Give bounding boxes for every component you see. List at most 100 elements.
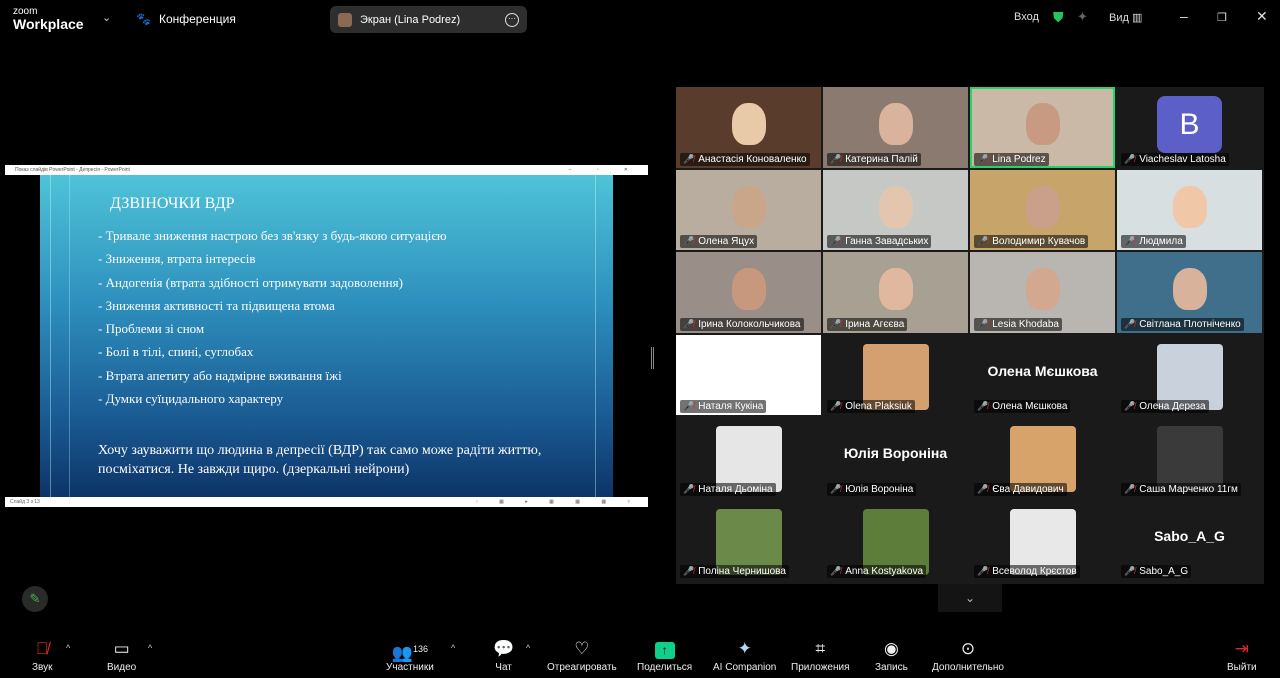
mic-muted-icon: 🎤̸ [977,401,989,411]
participant-name-label: 🎤̸ Олена Дереза [1121,400,1209,413]
more-icon: ⊙ [960,639,976,658]
participant-video [731,268,766,311]
participant-tile[interactable]: 🎤̸ Олена Дереза [1117,334,1262,415]
participant-tile[interactable]: 🎤̸ Олена Яцух [676,169,821,250]
participant-display-name: Олена Мєшкова [987,362,1098,379]
video-options-caret[interactable]: ^ [148,643,152,653]
audio-options-caret[interactable]: ^ [66,643,70,653]
chat-caret[interactable]: ^ [526,643,530,653]
apps-button[interactable]: ⌗ Приложения [791,638,850,673]
login-button[interactable]: Вход [1014,11,1039,23]
participant-tile[interactable]: 🎤̸ Наталя Кукіна [676,334,821,415]
mic-muted-icon: 🎤̸ [683,401,695,411]
audio-button[interactable]: 🎙̸ Звук [32,638,53,673]
screen-share-indicator[interactable]: Экран (Lina Podrez) ··· [330,6,527,33]
video-button[interactable]: ▭ Видео [107,638,136,673]
participant-tile[interactable]: 🎤̸ Lesia Khodaba [970,252,1115,333]
close-icon[interactable]: ✕ [1256,8,1268,25]
chat-icon: 💬 [493,639,515,658]
participant-video [878,268,913,311]
share-button[interactable]: ↑ Поделиться [637,638,692,673]
participant-tile[interactable]: 🎤̸ Наталя Дьоміна [676,417,821,498]
participant-tile[interactable]: 🎤̸ Володимир Кувачов [970,169,1115,250]
participant-tile[interactable]: 🎤̸ Всеволод Крєстов [970,499,1115,580]
bullet: - Думки суїцидального характеру [98,391,284,407]
annotate-button[interactable]: ✎ [22,586,48,612]
participant-tile[interactable]: 🎤̸ Світлана Плотніченко [1117,252,1262,333]
mic-muted-icon: 🎤̸ [830,483,842,494]
participant-tile[interactable]: 🎤̸ Саша Марченко 11гм [1117,417,1262,498]
bullet: - Андогенія (втрата здібності отримувати… [98,274,403,290]
participant-tile[interactable]: 🎤̸ Людмила [1117,169,1262,250]
mic-muted-icon: 🎤̸ [1124,153,1136,164]
leave-icon: ⇥ [1234,639,1249,658]
participant-video [731,350,766,393]
shield-icon[interactable]: ⛊ [1053,9,1064,26]
view-button[interactable]: Вид ▥ [1109,11,1142,24]
more-icon[interactable]: ··· [505,12,519,27]
participant-tile[interactable]: 🎤̸ Olena Plaksiuk [823,334,968,415]
participant-tile[interactable]: 🎤̸ Ірина Колокольчикова [676,252,821,333]
heart-icon: ♡ [574,639,590,658]
meeting-info[interactable]: 🐾 Конференция [136,12,236,26]
participant-name-label: 🎤̸ Sabo_A_G [1121,565,1192,578]
participant-name: Sabo_A_G [1139,566,1189,577]
slide-bullets: - Тривале зниження настрою без зв'язку з… [98,224,447,410]
ai-companion-button[interactable]: ✦ AI Companion [713,638,776,673]
slide: ДЗВІНОЧКИ ВДР - Тривале зниження настрою… [40,175,613,497]
participant-name: Світлана Плотніченко [1139,318,1241,330]
leave-button[interactable]: ⇥ Выйти [1227,638,1257,673]
participant-tile[interactable]: 🎤̸ Анастасія Коноваленко [676,87,821,168]
participant-name: Володимир Кувачов [992,236,1086,247]
more-button[interactable]: ⊙ Дополнительно [932,638,1004,673]
participant-name-label: 🎤̸ Lesia Khodaba [974,317,1062,331]
participant-name-label: 🎤̸ Олена Мєшкова [974,400,1071,413]
participant-tile[interactable]: 🎤̸ Ганна Завадських [823,169,968,250]
chat-button[interactable]: 💬 Чат [493,638,514,673]
participant-name: Олена Яцух [698,236,755,247]
participant-tile[interactable]: Юлія Вороніна 🎤̸ Юлія Вороніна [823,417,968,498]
minimize-icon[interactable]: – [1180,8,1188,24]
mic-muted-icon: 🎤̸ [1124,483,1136,494]
bullet: - Проблеми зі сном [98,321,205,337]
bullet: - Болі в тілі, спині, суглобах [98,344,254,360]
chevron-down-icon[interactable]: ⌄ [102,11,111,24]
participant-name: Olena Plaksiuk [845,401,912,412]
participant-name-label: 🎤̸ Поліна Чернишова [680,565,789,578]
participant-name: Ганна Завадських [845,236,929,247]
sparkle-icon[interactable]: ✦ [1077,9,1088,25]
participant-tile[interactable]: B 🎤̸ Viacheslav Latosha [1117,87,1262,168]
restore-icon[interactable]: ❐ [1217,11,1227,24]
mic-muted-icon: 🎤̸ [1124,566,1136,576]
mic-muted-icon: 🎤̸ [830,153,842,164]
participant-tile[interactable]: 🎤̸ Єва Давидович [970,417,1115,498]
view-icons[interactable]: ‹ ▦ ▸ ▦ ▦ ▦ ▿ [476,497,640,507]
participants-button[interactable]: 👥136 Участники [386,638,434,673]
participant-name-label: 🎤̸ Анастасія Коноваленко [680,152,810,166]
participant-tile[interactable]: 🎤̸ Катерина Палій [823,87,968,168]
participant-name: Viacheslav Latosha [1139,153,1226,165]
participant-tile[interactable]: Sabo_A_G 🎤̸ Sabo_A_G [1117,499,1262,580]
participant-tile[interactable]: 🎤̸ Ірина Агєєва [823,252,968,333]
participant-display-name: Юлія Вороніна [843,445,948,461]
participant-tile[interactable]: Олена Мєшкова 🎤̸ Олена Мєшкова [970,334,1115,415]
participant-name-label: 🎤̸ Олена Яцух [680,235,758,248]
participants-caret[interactable]: ^ [451,643,455,653]
participant-name: Lina Podrez [992,153,1046,165]
participant-tile[interactable]: 🎤̸ Anna Kostyakova [823,499,968,580]
paw-icon: 🐾 [136,12,151,26]
mic-muted-icon: 🎤̸ [683,318,695,329]
participant-name: Наталя Дьоміна [698,483,773,495]
record-button[interactable]: ◉ Запись [875,638,908,673]
participant-tile[interactable]: 🎤̸ Lina Podrez [970,87,1115,168]
participant-name-label: 🎤̸ Катерина Палій [827,152,921,166]
record-icon: ◉ [883,639,899,658]
next-page-button[interactable]: ⌄ [938,584,1002,612]
mic-muted-icon: 🎤̸ [683,483,695,494]
participant-tile[interactable]: 🎤̸ Поліна Чернишова [676,499,821,580]
window-controls[interactable]: – ▫ ✕ [568,165,640,175]
resize-handle[interactable] [651,347,654,369]
react-button[interactable]: ♡ Отреагировать [547,638,617,673]
participant-name-label: 🎤̸ Viacheslav Latosha [1121,152,1229,166]
mic-muted-icon: 🎤̸ [683,236,695,246]
